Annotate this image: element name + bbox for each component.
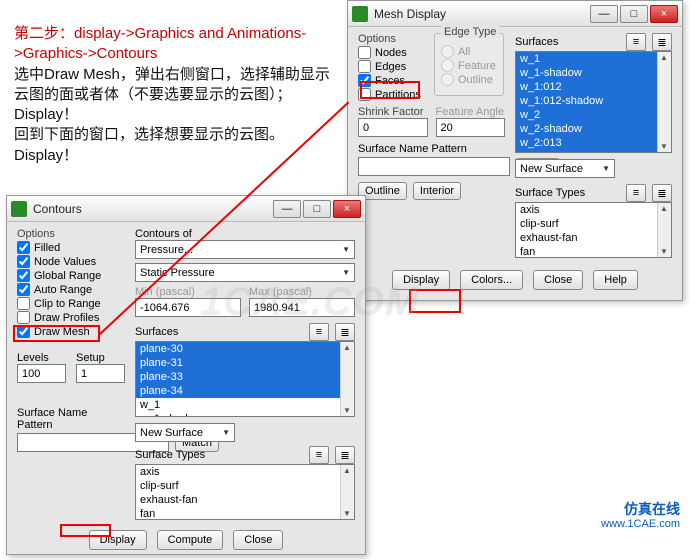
types-deselect-icon[interactable]: ≣ — [335, 446, 355, 464]
options-label: Options — [17, 228, 125, 240]
surfaces-label: Surfaces — [515, 36, 620, 48]
surface-types-list[interactable]: axis clip-surf exhaust-fan fan — [515, 202, 672, 258]
scrollbar[interactable] — [340, 342, 354, 416]
display-button[interactable]: Display — [89, 530, 147, 550]
types-select-all-icon[interactable]: ≡ — [309, 446, 329, 464]
options-label: Options — [358, 33, 428, 45]
mesh-display-window: Mesh Display — □ × Options Nodes Edges F… — [347, 0, 683, 301]
window-title: Mesh Display — [374, 7, 588, 21]
titlebar[interactable]: Contours — □ × — [7, 196, 365, 222]
help-button[interactable]: Help — [593, 270, 638, 290]
app-icon — [352, 6, 368, 22]
close-button-bottom[interactable]: Close — [533, 270, 583, 290]
surfaces-deselect-icon[interactable]: ≣ — [335, 323, 355, 341]
surface-name-pattern-label: Surface Name Pattern — [17, 407, 125, 431]
interior-button[interactable]: Interior — [413, 182, 461, 200]
feature-radio[interactable]: Feature — [441, 59, 497, 72]
list-item: axis — [136, 465, 354, 479]
close-button-bottom[interactable]: Close — [233, 530, 283, 550]
list-item: w_1:012 — [516, 80, 671, 94]
list-item: w_1-shadow — [516, 66, 671, 80]
colors-button[interactable]: Colors... — [460, 270, 523, 290]
node-values-checkbox[interactable]: Node Values — [17, 255, 125, 268]
faces-checkbox[interactable]: Faces — [358, 74, 428, 87]
clip-to-range-checkbox[interactable]: Clip to Range — [17, 297, 125, 310]
maximize-button[interactable]: □ — [303, 200, 331, 218]
contours-of-select[interactable]: Pressure...▼ — [135, 240, 355, 259]
footer-watermark: 仿真在线 www.1CAE.com — [601, 501, 680, 531]
minimize-button[interactable]: — — [273, 200, 301, 218]
list-item: exhaust-fan — [136, 493, 354, 507]
contours-window: Contours — □ × Options Filled Node Value… — [6, 195, 366, 555]
filled-checkbox[interactable]: Filled — [17, 241, 125, 254]
types-select-all-icon[interactable]: ≡ — [626, 184, 646, 202]
partitions-checkbox[interactable]: Partitions — [358, 88, 428, 101]
surface-types-label: Surface Types — [515, 187, 620, 199]
instruction-text: 第二步：display->Graphics and Animations->Gr… — [14, 24, 344, 166]
list-item: w_2-shadow — [516, 122, 671, 136]
close-button[interactable]: × — [650, 5, 678, 23]
surfaces-deselect-icon[interactable]: ≣ — [652, 33, 672, 51]
scrollbar[interactable] — [340, 465, 354, 519]
step-label: 第二步： — [14, 25, 74, 42]
list-item: w_1 — [136, 398, 354, 412]
surface-pattern-input[interactable] — [358, 157, 510, 176]
new-surface-dropdown[interactable]: New Surface▼ — [515, 159, 615, 178]
surfaces-select-all-icon[interactable]: ≡ — [309, 323, 329, 341]
levels-label: Levels — [17, 352, 66, 364]
surfaces-list[interactable]: w_1 w_1-shadow w_1:012 w_1:012-shadow w_… — [515, 51, 672, 153]
list-item: plane-34 — [136, 384, 354, 398]
draw-mesh-checkbox[interactable]: Draw Mesh — [17, 325, 125, 338]
outline-radio[interactable]: Outline — [441, 73, 497, 86]
app-icon — [11, 201, 27, 217]
list-item: plane-30 — [136, 342, 354, 356]
surfaces-select-all-icon[interactable]: ≡ — [626, 33, 646, 51]
surface-types-label: Surface Types — [135, 449, 303, 461]
scrollbar[interactable] — [657, 203, 671, 257]
maximize-button[interactable]: □ — [620, 5, 648, 23]
levels-input[interactable] — [17, 364, 66, 383]
surfaces-list[interactable]: plane-30 plane-31 plane-33 plane-34 w_1 … — [135, 341, 355, 417]
setup-input[interactable] — [76, 364, 125, 383]
setup-label: Setup — [76, 352, 125, 364]
feature-angle-input[interactable] — [436, 118, 506, 137]
list-item: fan — [516, 245, 671, 258]
compute-button[interactable]: Compute — [157, 530, 224, 550]
auto-range-checkbox[interactable]: Auto Range — [17, 283, 125, 296]
list-item: w_2 — [516, 108, 671, 122]
list-item: w_1-shadow — [136, 412, 354, 417]
types-deselect-icon[interactable]: ≣ — [652, 184, 672, 202]
draw-profiles-checkbox[interactable]: Draw Profiles — [17, 311, 125, 324]
nodes-checkbox[interactable]: Nodes — [358, 46, 428, 59]
edges-checkbox[interactable]: Edges — [358, 60, 428, 73]
list-item: plane-33 — [136, 370, 354, 384]
list-item: w_2:013-shadow — [516, 150, 671, 153]
window-title: Contours — [33, 202, 271, 216]
titlebar[interactable]: Mesh Display — □ × — [348, 1, 682, 27]
close-button[interactable]: × — [333, 200, 361, 218]
list-item: w_1:012-shadow — [516, 94, 671, 108]
new-surface-dropdown[interactable]: New Surface▼ — [135, 423, 235, 442]
surfaces-label: Surfaces — [135, 326, 303, 338]
list-item: axis — [516, 203, 671, 217]
list-item: w_1 — [516, 52, 671, 66]
edge-type-label: Edge Type — [441, 26, 499, 38]
scrollbar[interactable] — [657, 52, 671, 152]
shrink-factor-label: Shrink Factor — [358, 106, 428, 118]
minimize-button[interactable]: — — [590, 5, 618, 23]
surface-types-list[interactable]: axis clip-surf exhaust-fan fan — [135, 464, 355, 520]
list-item: clip-surf — [516, 217, 671, 231]
list-item: fan — [136, 507, 354, 520]
contours-of-label: Contours of — [135, 228, 355, 240]
list-item: exhaust-fan — [516, 231, 671, 245]
global-range-checkbox[interactable]: Global Range — [17, 269, 125, 282]
all-radio[interactable]: All — [441, 45, 497, 58]
watermark-big: 1CAE.COM — [200, 280, 419, 325]
feature-angle-label: Feature Angle — [436, 106, 506, 118]
list-item: w_2:013 — [516, 136, 671, 150]
list-item: plane-31 — [136, 356, 354, 370]
shrink-factor-input[interactable] — [358, 118, 428, 137]
list-item: clip-surf — [136, 479, 354, 493]
surface-name-pattern-label: Surface Name Pattern — [358, 143, 505, 155]
